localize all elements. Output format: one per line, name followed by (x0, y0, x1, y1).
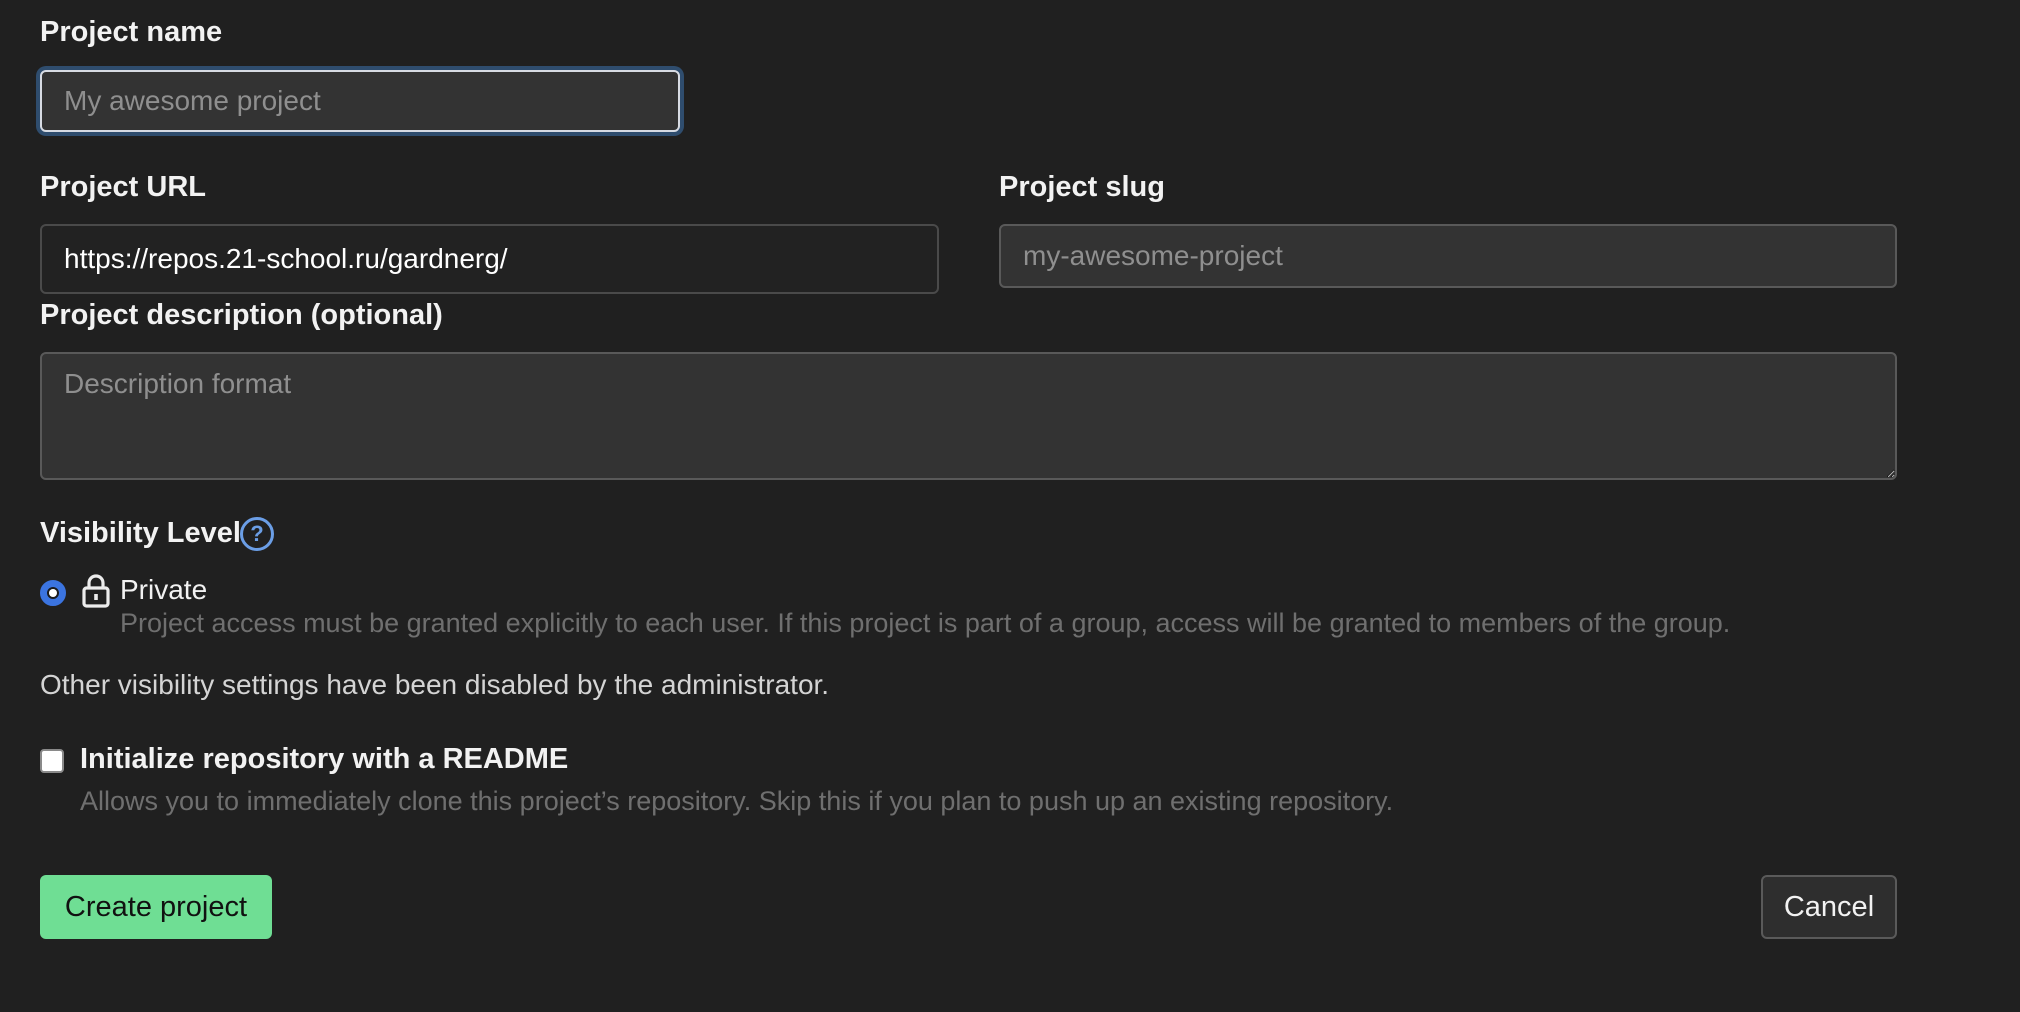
readme-description: Allows you to immediately clone this pro… (80, 786, 1394, 816)
project-description-label: Project description (optional) (40, 299, 443, 331)
project-description-textarea[interactable] (40, 352, 1897, 480)
lock-icon (82, 574, 110, 608)
readme-label[interactable]: Initialize repository with a README (80, 743, 568, 776)
visibility-private-radio[interactable] (40, 580, 66, 606)
create-project-button[interactable]: Create project (40, 875, 272, 939)
project-slug-label: Project slug (999, 171, 1165, 203)
visibility-disabled-note: Other visibility settings have been disa… (40, 669, 830, 700)
project-slug-input[interactable] (999, 224, 1897, 288)
visibility-level-label: Visibility Level (40, 517, 241, 549)
project-url-prefix: https://repos.21-school.ru/gardnerg/ (40, 224, 939, 294)
readme-checkbox[interactable] (40, 749, 64, 773)
project-name-input[interactable] (40, 70, 680, 132)
project-name-label: Project name (40, 16, 223, 48)
visibility-private-label: Private (120, 574, 208, 605)
question-circle-icon[interactable]: ? (240, 517, 274, 551)
cancel-button[interactable]: Cancel (1761, 875, 1897, 939)
visibility-private-description: Project access must be granted explicitl… (120, 608, 1731, 638)
project-url-label: Project URL (40, 171, 206, 203)
new-project-form: Project name Project URL https://repos.2… (0, 0, 2020, 1012)
project-url-value: https://repos.21-school.ru/gardnerg/ (64, 243, 508, 274)
